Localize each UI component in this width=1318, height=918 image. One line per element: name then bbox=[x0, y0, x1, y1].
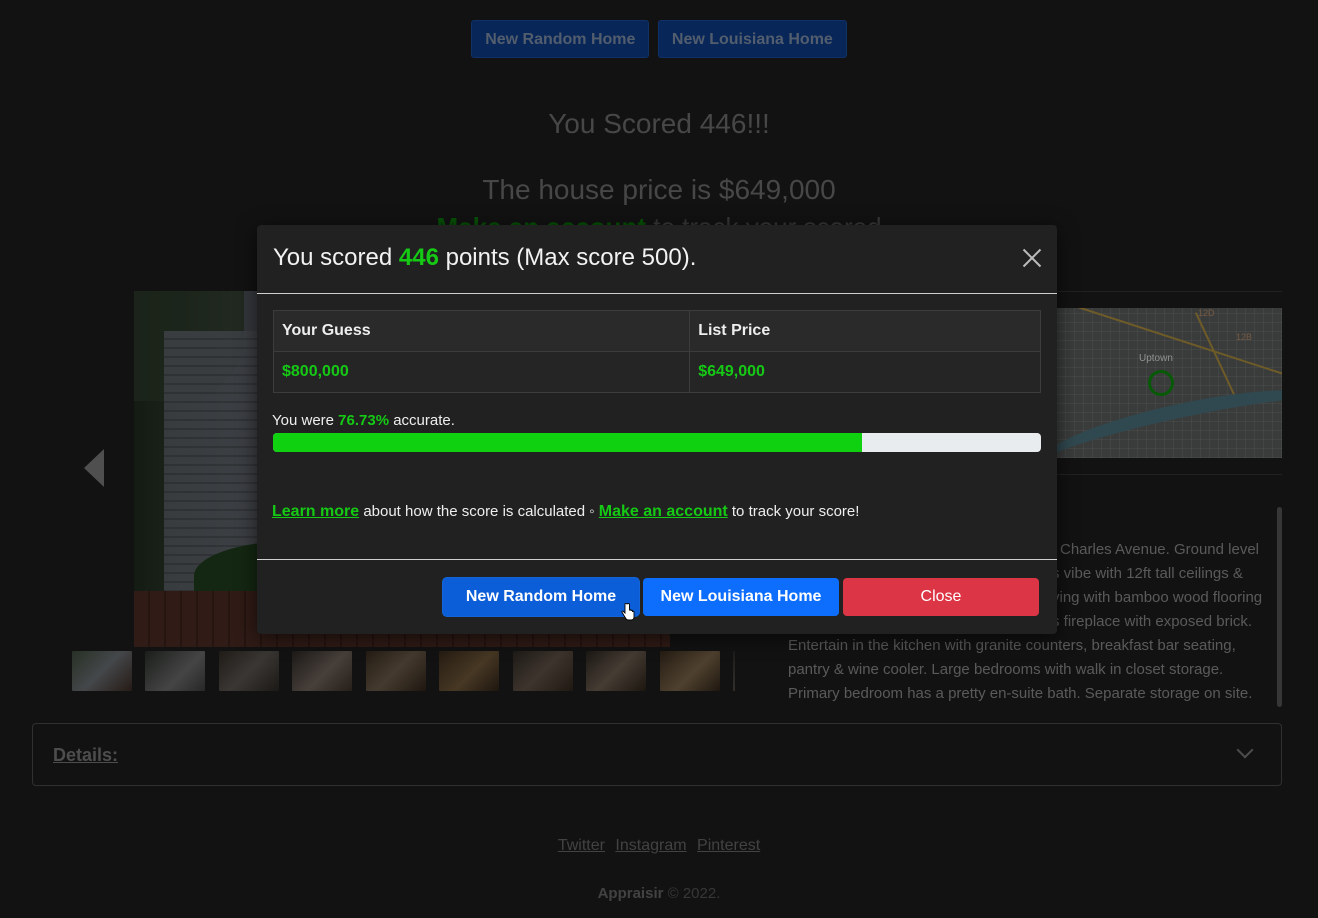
divider bbox=[257, 293, 1057, 294]
score-table: Your Guess List Price $800,000 $649,000 bbox=[272, 310, 1041, 393]
list-price-value: $649,000 bbox=[689, 351, 1041, 393]
accuracy-progress-fill bbox=[273, 433, 863, 452]
close-button[interactable]: Close bbox=[843, 578, 1039, 616]
modal-title: You scored 446 points (Max score 500). bbox=[273, 244, 697, 271]
list-price-header: List Price bbox=[689, 310, 1041, 352]
your-guess-value: $800,000 bbox=[272, 351, 691, 393]
accuracy-progress-bar bbox=[273, 433, 1041, 452]
learn-more-text: Learn more about how the score is calcul… bbox=[272, 503, 860, 520]
score-modal: You scored 446 points (Max score 500). Y… bbox=[257, 225, 1057, 634]
table-row: $800,000 $649,000 bbox=[272, 351, 1041, 393]
table-header-row: Your Guess List Price bbox=[272, 310, 1041, 352]
close-icon[interactable] bbox=[1021, 247, 1043, 269]
new-louisiana-home-button[interactable]: New Louisiana Home bbox=[643, 578, 839, 616]
learn-more-link[interactable]: Learn more bbox=[272, 503, 359, 520]
make-account-link[interactable]: Make an account bbox=[599, 503, 728, 520]
new-random-home-button[interactable]: New Random Home bbox=[443, 578, 639, 616]
your-guess-header: Your Guess bbox=[272, 310, 691, 352]
points-value: 446 bbox=[398, 244, 439, 271]
accuracy-percent: 76.73% bbox=[338, 412, 390, 429]
hand-cursor-icon bbox=[621, 603, 635, 621]
divider bbox=[257, 559, 1057, 560]
accuracy-text: You were 76.73% accurate. bbox=[272, 412, 455, 429]
